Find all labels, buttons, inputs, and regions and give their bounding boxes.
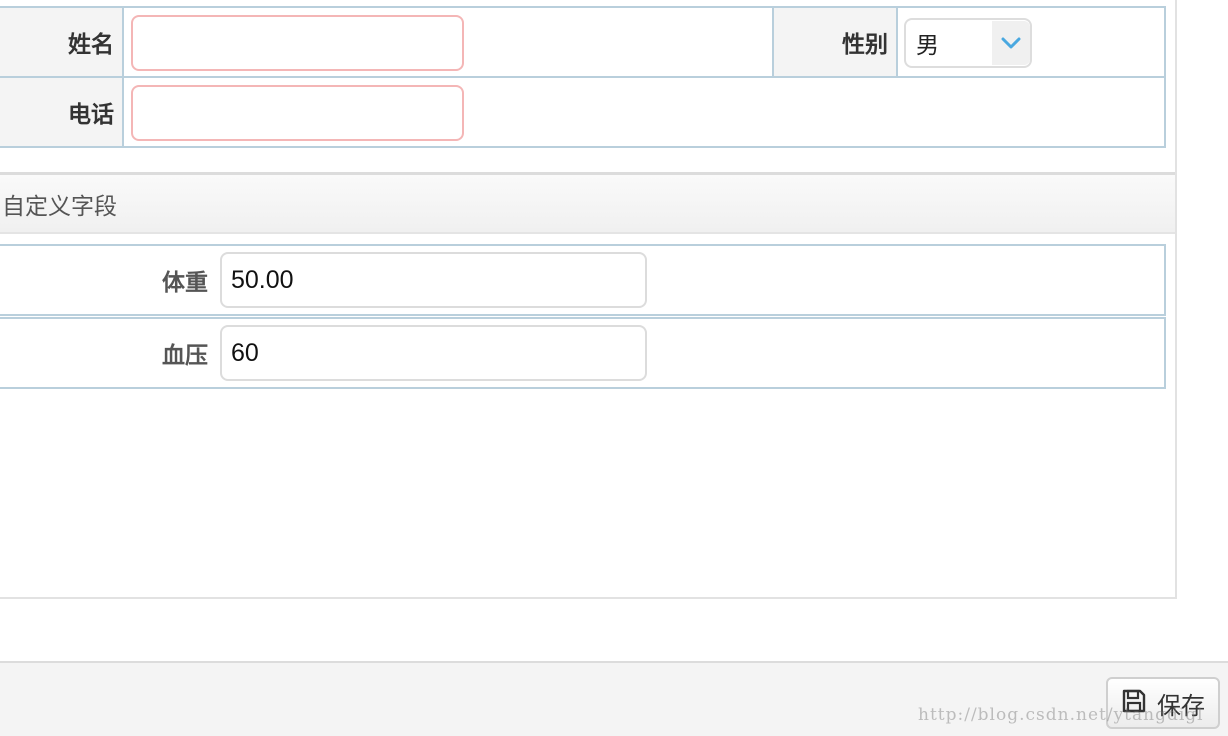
phone-label: 电话 <box>0 78 122 146</box>
weight-label: 体重 <box>162 270 208 296</box>
blood-pressure-label: 血压 <box>162 343 208 369</box>
form-panel: 姓名 性别 男 电话 自定义字段 体重 50.00 血压 60 <box>0 0 1177 599</box>
custom-field-row-weight: 体重 <box>0 244 1166 316</box>
gender-label: 性别 <box>774 8 896 76</box>
custom-field-row-blood-pressure: 血压 <box>0 317 1166 389</box>
watermark-text: http://blog.csdn.net/ytangdigl <box>918 705 1204 725</box>
form-page: 姓名 性别 男 电话 自定义字段 体重 50.00 血压 60 保存 http:… <box>0 0 1228 736</box>
weight-input[interactable] <box>220 252 647 308</box>
row-divider <box>0 76 1164 78</box>
blood-pressure-input[interactable] <box>220 325 647 381</box>
chevron-down-icon[interactable] <box>992 21 1030 65</box>
column-divider <box>896 8 898 76</box>
basic-info-table: 姓名 性别 男 电话 <box>0 6 1166 148</box>
name-label: 姓名 <box>0 8 122 76</box>
phone-input[interactable] <box>131 85 464 141</box>
gender-select[interactable]: 男 <box>904 18 1032 68</box>
name-input[interactable] <box>131 15 464 71</box>
gender-select-value: 男 <box>916 33 939 59</box>
custom-fields-header: 自定义字段 <box>0 172 1175 234</box>
